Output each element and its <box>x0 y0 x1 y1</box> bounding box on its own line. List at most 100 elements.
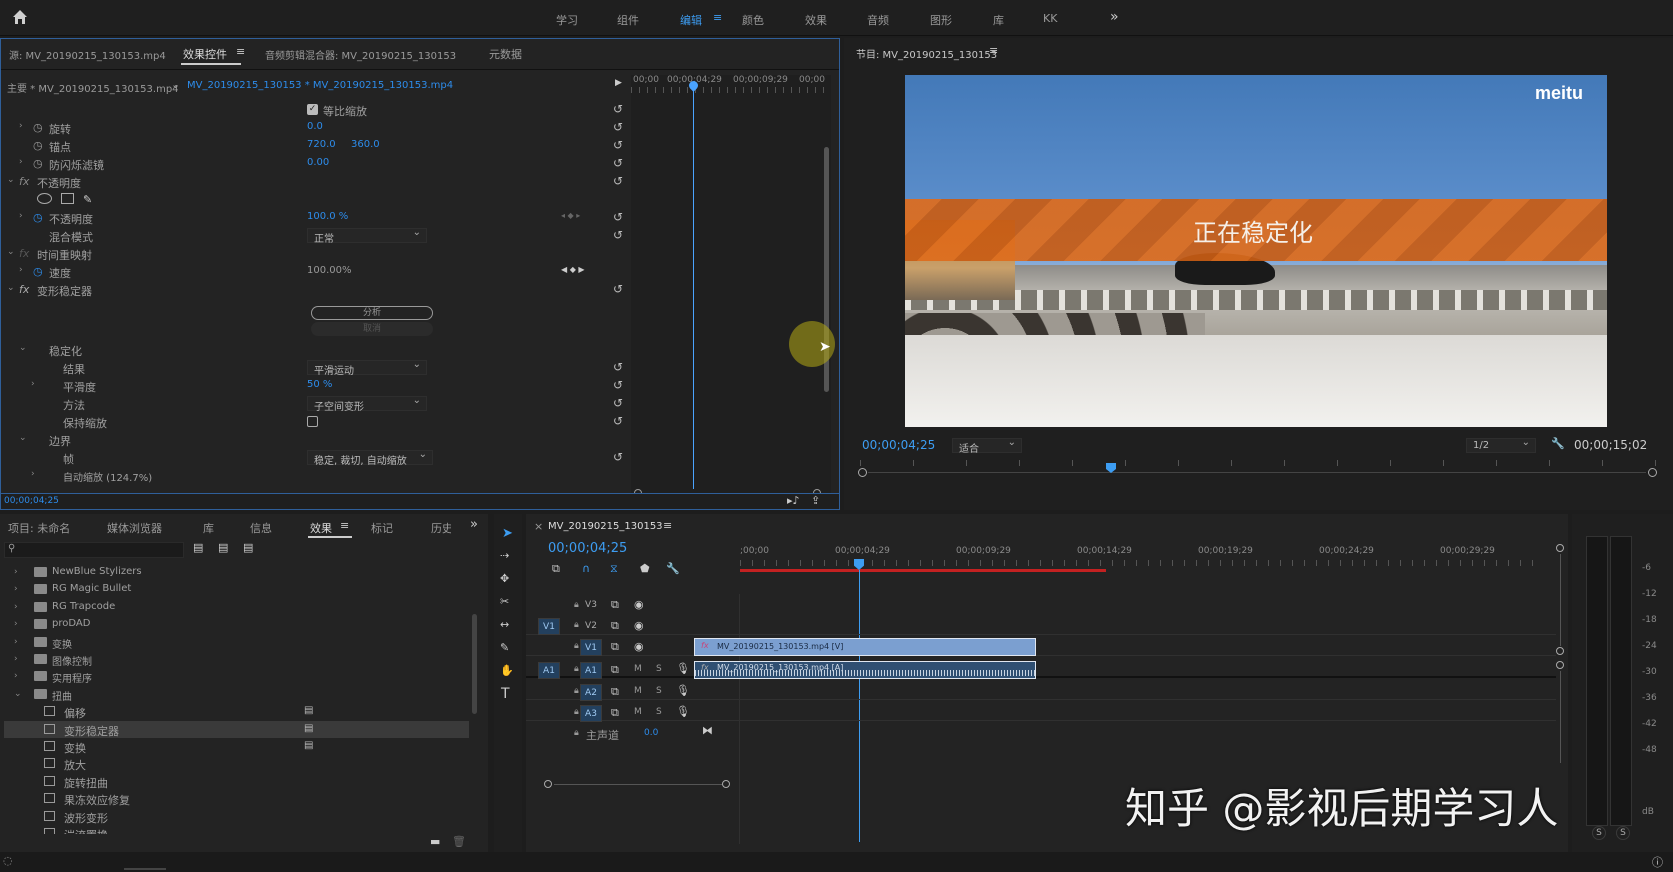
vertical-zoom-bottom[interactable] <box>1556 647 1564 655</box>
eye-icon[interactable]: ◉ <box>634 619 644 632</box>
lock-icon[interactable]: 🔒︎ <box>574 641 579 651</box>
32bit-effects-icon[interactable]: ▤ <box>218 541 228 554</box>
microphone-icon[interactable]: 🎙︎ <box>676 684 690 697</box>
reset-icon[interactable]: ↺ <box>613 174 623 188</box>
effect-folder[interactable]: › 图像控制 <box>4 651 469 668</box>
expand-icon[interactable]: › <box>31 379 35 389</box>
ws-tab-kk[interactable]: KK <box>1043 12 1057 25</box>
wrench-icon[interactable]: 🔧 <box>1551 437 1565 450</box>
ec-timeline[interactable]: 00;00 00;00;04;29 00;00;09;29 00;00 <box>631 75 831 505</box>
selection-tool-icon[interactable]: ➤ <box>502 526 513 541</box>
h-scroll-right[interactable] <box>722 780 730 788</box>
mute-button[interactable]: M <box>634 686 642 696</box>
expand-icon[interactable]: › <box>14 654 18 664</box>
effect-item[interactable]: 变换 ▤ <box>4 738 469 755</box>
video-frame[interactable]: 正在稳定化 meitu <box>905 75 1607 427</box>
expand-icon[interactable]: › <box>19 121 23 131</box>
tab-library[interactable]: 库 <box>203 520 214 536</box>
uniform-scale-checkbox[interactable]: ✓ <box>307 104 318 115</box>
fx-scrollbar[interactable] <box>472 614 477 714</box>
tab-metadata[interactable]: 元数据 <box>489 46 522 62</box>
analyze-button[interactable]: 分析 <box>311 306 433 320</box>
lock-icon[interactable]: 🔒︎ <box>574 600 579 610</box>
reset-icon[interactable]: ↺ <box>613 414 623 428</box>
effect-folder[interactable]: › 变换 <box>4 634 469 651</box>
mute-button[interactable]: M <box>634 664 642 674</box>
expand-icon[interactable]: › <box>14 602 18 612</box>
ripple-edit-tool-icon[interactable]: ✥ <box>500 572 509 585</box>
reset-icon[interactable]: ↺ <box>613 396 623 410</box>
effect-item[interactable]: 旋转扭曲 <box>4 773 469 790</box>
tab-history[interactable]: 历史 <box>431 520 451 536</box>
pen-tool-icon[interactable]: ✎ <box>500 641 509 654</box>
ws-more-icon[interactable]: » <box>1110 9 1119 25</box>
fx-icon[interactable]: fx <box>19 175 29 188</box>
effect-folder[interactable]: › RG Trapcode <box>4 599 469 616</box>
reset-icon[interactable]: ↺ <box>613 210 623 224</box>
master-volume-value[interactable]: 0.0 <box>644 728 658 738</box>
effect-folder[interactable]: › RG Magic Bullet <box>4 581 469 598</box>
collapse-icon[interactable]: ⌄ <box>19 343 27 353</box>
solo-button[interactable]: S <box>656 686 662 696</box>
collapse-icon[interactable]: ⌄ <box>7 175 15 185</box>
panel-menu-icon[interactable]: ≡ <box>663 519 672 532</box>
keyframe-nav-icon[interactable]: ◂ ◆ ▸ <box>561 211 580 220</box>
stopwatch-icon[interactable]: ◷ <box>33 139 43 152</box>
track-v3[interactable]: V3 <box>580 597 602 614</box>
sequence-tab[interactable]: MV_20190215_130153 <box>548 521 663 532</box>
panel-menu-icon[interactable]: ≡ <box>989 44 998 57</box>
ec-timecode[interactable]: 00;00;04;25 <box>4 496 59 506</box>
expand-icon[interactable]: › <box>14 671 18 681</box>
reset-icon[interactable]: ↺ <box>613 120 623 134</box>
tab-info[interactable]: 信息 <box>250 520 272 536</box>
slip-tool-icon[interactable]: ↔ <box>500 618 509 631</box>
scrubber-end-handle[interactable] <box>1648 468 1657 477</box>
expand-icon[interactable]: › <box>14 619 18 629</box>
ws-tab-library[interactable]: 库 <box>993 12 1004 28</box>
reset-icon[interactable]: ↺ <box>613 102 623 116</box>
hand-tool-icon[interactable]: ✋ <box>500 664 514 677</box>
expand-icon[interactable]: › <box>19 211 23 221</box>
filter-icon[interactable]: ▸♪ <box>787 494 800 507</box>
effect-item[interactable]: 波形变形 <box>4 808 469 825</box>
play-only-icon[interactable]: ▶ <box>615 78 622 88</box>
effect-folder[interactable]: ⌄ 扭曲 <box>4 686 469 703</box>
chevron-down-icon[interactable]: ⌄ <box>171 78 180 91</box>
track-a2[interactable]: A2 <box>580 684 602 701</box>
audio-zoom-top[interactable] <box>1556 661 1564 669</box>
solo-button[interactable]: S <box>656 707 662 717</box>
accelerated-effects-icon[interactable]: ▤ <box>193 541 203 554</box>
reset-icon[interactable]: ↺ <box>613 360 623 374</box>
source-patch-a1[interactable]: A1 <box>538 662 560 679</box>
sequence-clip-label[interactable]: MV_20190215_130153 * MV_20190215_130153.… <box>187 80 453 91</box>
effect-folder[interactable]: › NewBlue Stylizers <box>4 564 469 581</box>
speed-value[interactable]: 100.00% <box>307 265 352 276</box>
sync-lock-icon[interactable]: ⧉ <box>611 706 619 720</box>
lock-icon[interactable]: 🔒︎ <box>574 686 579 696</box>
result-select[interactable]: 平滑运动 <box>307 359 427 377</box>
reset-icon[interactable]: ↺ <box>613 282 623 296</box>
tab-audio-mixer[interactable]: 音频剪辑混合器: MV_20190215_130153 <box>265 47 456 62</box>
expand-icon[interactable]: › <box>31 469 35 479</box>
anchor-x-value[interactable]: 720.0 <box>307 139 336 150</box>
master-clip-label[interactable]: 主要 * MV_20190215_130153.mp4 <box>7 80 179 95</box>
blend-select[interactable]: 正常 <box>307 227 427 245</box>
stopwatch-icon[interactable]: ◷ <box>33 157 43 170</box>
ws-tab-assembly[interactable]: 组件 <box>617 12 639 28</box>
status-icon[interactable]: ◌ <box>3 854 13 867</box>
tab-markers[interactable]: 标记 <box>371 520 393 536</box>
track-a3[interactable]: A3 <box>580 705 602 722</box>
reset-icon[interactable]: ↺ <box>613 450 623 464</box>
fit-select[interactable]: 适合 <box>952 437 1022 455</box>
effect-item[interactable]: 偏移 ▤ <box>4 703 469 720</box>
quality-select[interactable]: 1/2 <box>1466 437 1536 453</box>
h-scroll-track[interactable] <box>554 784 722 785</box>
solo-right-button[interactable]: S <box>1616 826 1630 840</box>
tab-project[interactable]: 项目: 未命名 <box>8 520 70 536</box>
expand-icon[interactable]: › <box>14 637 18 647</box>
reset-icon[interactable]: ↺ <box>613 138 623 152</box>
lock-icon[interactable]: 🔒︎ <box>574 707 579 717</box>
ws-tab-learn[interactable]: 学习 <box>556 12 578 28</box>
tab-effects[interactable]: 效果 <box>310 520 332 536</box>
effect-folder[interactable]: › proDAD <box>4 616 469 633</box>
